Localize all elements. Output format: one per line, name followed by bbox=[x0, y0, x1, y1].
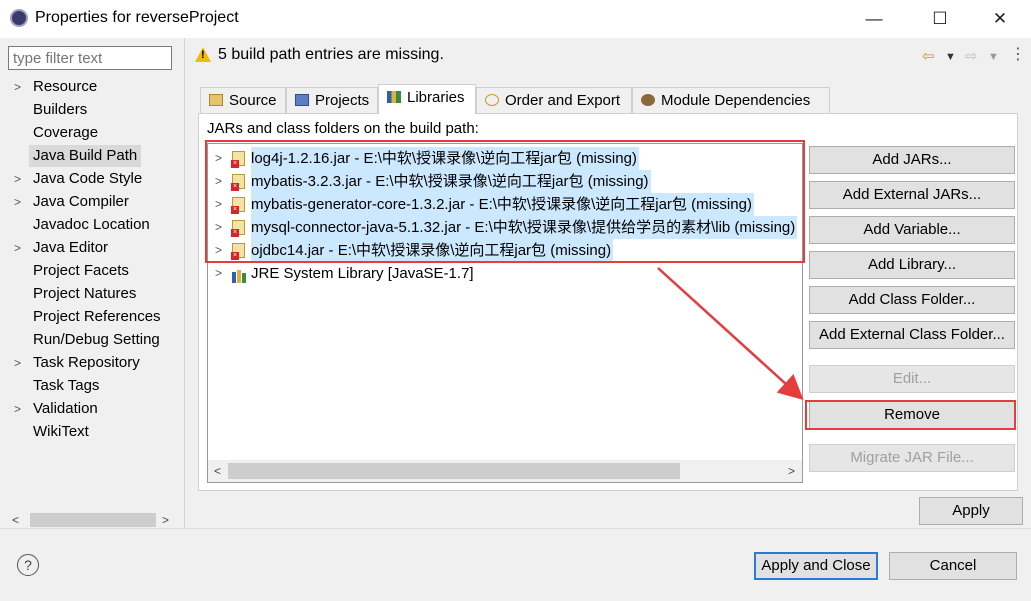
help-icon[interactable]: ? bbox=[17, 554, 39, 576]
cancel-button[interactable]: Cancel bbox=[889, 552, 1017, 580]
apply-and-close-button[interactable]: Apply and Close bbox=[754, 552, 878, 580]
annotation-arrow bbox=[657, 267, 804, 401]
